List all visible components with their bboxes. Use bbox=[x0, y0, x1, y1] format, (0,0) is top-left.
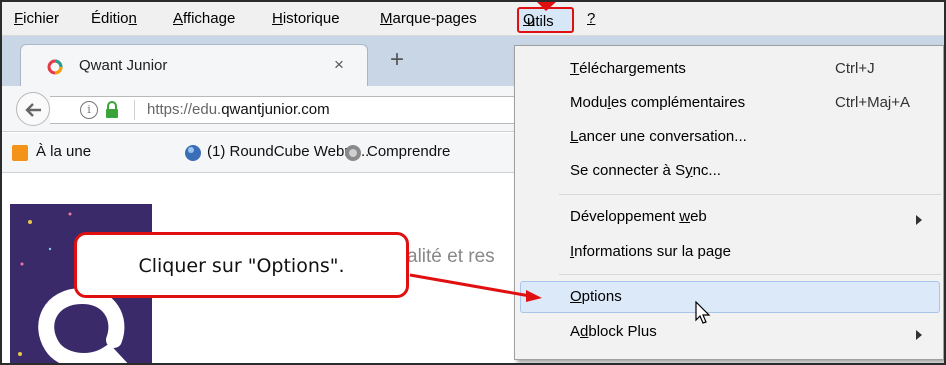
annotation-arrow-icon bbox=[409, 2, 556, 302]
instruction-callout: Cliquer sur "Options". bbox=[74, 232, 409, 298]
callout-text: Cliquer sur "Options". bbox=[138, 255, 345, 277]
browser-window: Fichier Édition Affichage Historique Mar… bbox=[0, 0, 946, 365]
